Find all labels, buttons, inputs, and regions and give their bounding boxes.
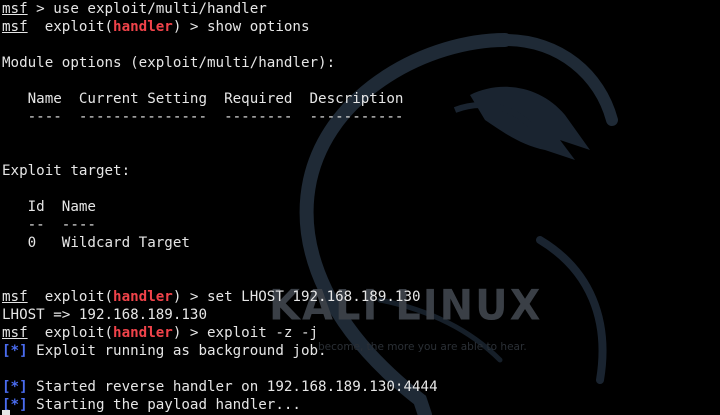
- status-line: [*] Starting the payload handler...: [2, 396, 301, 414]
- msf-prompt: msf: [2, 325, 28, 341]
- status-marker: [*]: [2, 379, 28, 395]
- status-marker: [*]: [2, 343, 28, 359]
- command-text: ) > show options: [172, 19, 310, 35]
- status-text: Exploit running as background job.: [27, 343, 327, 359]
- command-line: msf > use exploit/multi/handler: [2, 0, 267, 18]
- module-name: handler: [113, 19, 173, 35]
- terminal-cursor: [2, 410, 10, 415]
- output-line: LHOST => 192.168.189.130: [2, 307, 207, 323]
- output-line: -- ----: [2, 217, 96, 233]
- msf-prompt: msf: [2, 1, 28, 17]
- output-line: Name Current Setting Required Descriptio…: [2, 91, 404, 107]
- prompt-prefix: exploit(: [27, 19, 114, 35]
- prompt-prefix: exploit(: [27, 325, 114, 341]
- output-line: ---- --------------- -------- ----------…: [2, 109, 404, 125]
- command-text: > use exploit/multi/handler: [27, 1, 267, 17]
- terminal-window[interactable]: KALI LINUX become, the more you are able…: [0, 0, 720, 415]
- output-line: Module options (exploit/multi/handler):: [2, 55, 336, 71]
- command-text: ) > exploit -z -j: [172, 325, 319, 341]
- command-text: ) > set LHOST 192.168.189.130: [172, 289, 421, 305]
- module-name: handler: [113, 289, 173, 305]
- module-name: handler: [113, 325, 173, 341]
- status-line: [*] Started reverse handler on 192.168.1…: [2, 378, 438, 396]
- status-text: Starting the payload handler...: [27, 397, 301, 413]
- status-line: [*] Exploit running as background job.: [2, 342, 327, 360]
- wallpaper-tagline: become, the more you are able to hear.: [318, 341, 527, 353]
- prompt-prefix: exploit(: [27, 289, 114, 305]
- command-line: msf exploit(handler) > exploit -z -j: [2, 324, 318, 342]
- command-line: msf exploit(handler) > set LHOST 192.168…: [2, 288, 421, 306]
- output-line: Id Name: [2, 199, 96, 215]
- msf-prompt: msf: [2, 289, 28, 305]
- output-line: Exploit target:: [2, 163, 131, 179]
- msf-prompt: msf: [2, 19, 28, 35]
- output-line: 0 Wildcard Target: [2, 235, 190, 251]
- status-text: Started reverse handler on 192.168.189.1…: [27, 379, 438, 395]
- command-line: msf exploit(handler) > show options: [2, 18, 310, 36]
